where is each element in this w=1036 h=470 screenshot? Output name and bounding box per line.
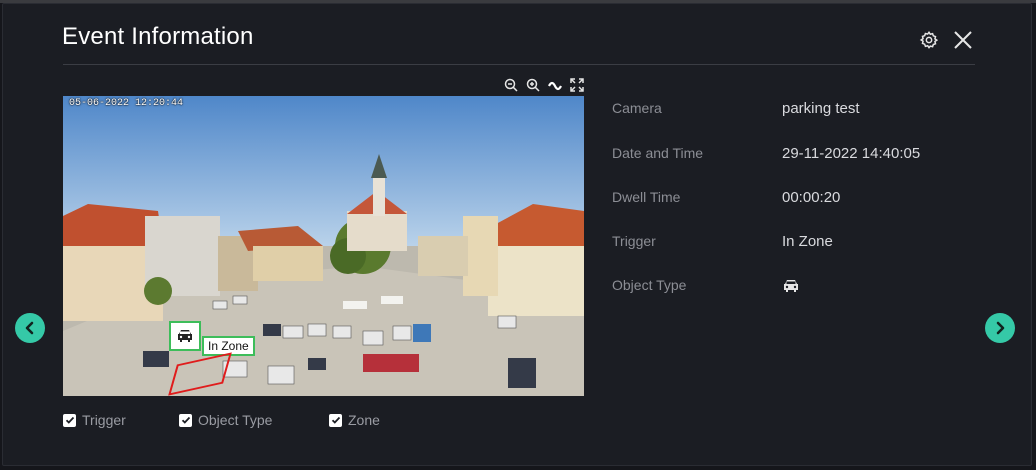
checkbox-checked-icon[interactable]: [63, 413, 76, 427]
video-toolbar: [503, 77, 585, 93]
detail-label: Object Type: [612, 277, 687, 293]
car-icon: [178, 330, 192, 342]
event-info-dialog: Event Information 05-06-2022 12:20:44 In…: [2, 3, 1032, 466]
previous-event-button[interactable]: [15, 313, 45, 343]
checkbox-checked-icon[interactable]: [329, 413, 342, 427]
header-divider: [63, 64, 975, 65]
next-event-button[interactable]: [985, 313, 1015, 343]
toggle-label: Trigger: [82, 412, 126, 428]
detail-value: parking test: [782, 100, 860, 117]
detail-value: 00:00:20: [782, 189, 841, 206]
chevron-right-icon: [996, 321, 1005, 335]
detail-label: Dwell Time: [612, 189, 681, 205]
detail-label: Trigger: [612, 233, 656, 249]
toggle-label: Object Type: [198, 412, 273, 428]
close-icon[interactable]: [952, 29, 974, 51]
toggle-trigger[interactable]: Trigger: [63, 412, 179, 428]
detection-box: [169, 321, 201, 351]
fullscreen-icon[interactable]: [569, 77, 585, 93]
chevron-left-icon: [25, 321, 34, 335]
video-timestamp: 05-06-2022 12:20:44: [69, 98, 184, 109]
town-square-scene: [63, 96, 584, 396]
zoom-in-icon[interactable]: [525, 77, 541, 93]
toggle-object-type[interactable]: Object Type: [179, 412, 329, 428]
detail-label: Date and Time: [612, 145, 704, 161]
toggle-zone[interactable]: Zone: [329, 412, 380, 428]
detail-value: 29-11-2022 14:40:05: [782, 145, 921, 162]
gear-icon[interactable]: [919, 30, 939, 50]
event-snapshot[interactable]: 05-06-2022 12:20:44 In Zone: [63, 96, 584, 396]
detail-label: Camera: [612, 100, 662, 116]
wave-icon[interactable]: [547, 77, 563, 93]
car-icon: [784, 280, 798, 292]
checkbox-checked-icon[interactable]: [179, 413, 192, 427]
dialog-title: Event Information: [62, 23, 254, 50]
toggle-label: Zone: [348, 412, 380, 428]
detail-value: In Zone: [782, 233, 833, 250]
overlay-toggles: Trigger Object Type Zone: [63, 412, 380, 428]
zoom-out-icon[interactable]: [503, 77, 519, 93]
